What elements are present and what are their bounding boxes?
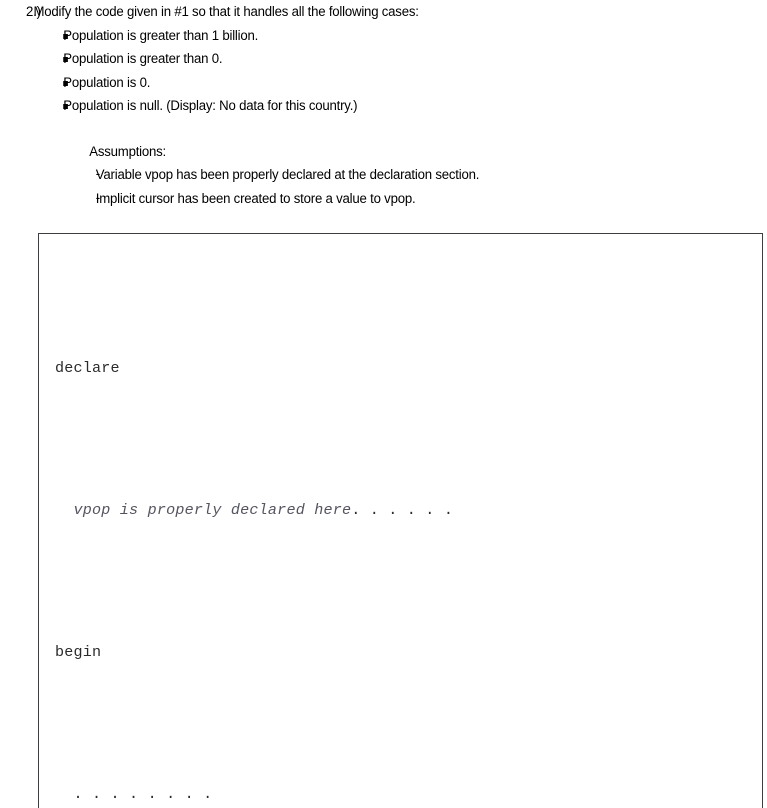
code-line: begin [39,635,762,671]
list-item-label: Population is null. (Display: No data fo… [63,98,357,114]
assumption-label: Variable vpop has been properly declared… [96,167,479,183]
question-number: 2.) [0,4,33,20]
code-line: declare [39,351,762,387]
list-item: Population is greater than 1 billion. [0,28,258,44]
code-line: . . . . . . . . [39,777,762,808]
list-item: Population is greater than 0. [0,51,222,67]
code-line: vpop is properly declared here. . . . . … [39,493,762,529]
page-title: Modify the code given in #1 so that it h… [33,4,418,20]
list-item-label: Population is 0. [63,75,150,91]
code-block: declare vpop is properly declared here. … [39,234,762,808]
question-title-row: 2.) Modify the code given in #1 so that … [0,4,419,20]
assumption-item: Variable vpop has been properly declared… [0,167,479,183]
assumption-item: Implicit cursor has been created to stor… [0,191,415,207]
code-ellipsis: . . . . . . [351,501,453,519]
list-item-label: Population is greater than 1 billion. [63,28,258,44]
list-item: Population is null. (Display: No data fo… [0,98,357,114]
list-item-label: Population is greater than 0. [63,51,222,67]
assumptions-heading: Assumptions: [0,144,166,160]
code-block-container: declare vpop is properly declared here. … [38,233,763,808]
code-indent [55,501,74,519]
assumption-label: Implicit cursor has been created to stor… [96,191,416,207]
list-item: Population is 0. [0,75,150,91]
code-placeholder-text: vpop is properly declared here [74,501,352,519]
